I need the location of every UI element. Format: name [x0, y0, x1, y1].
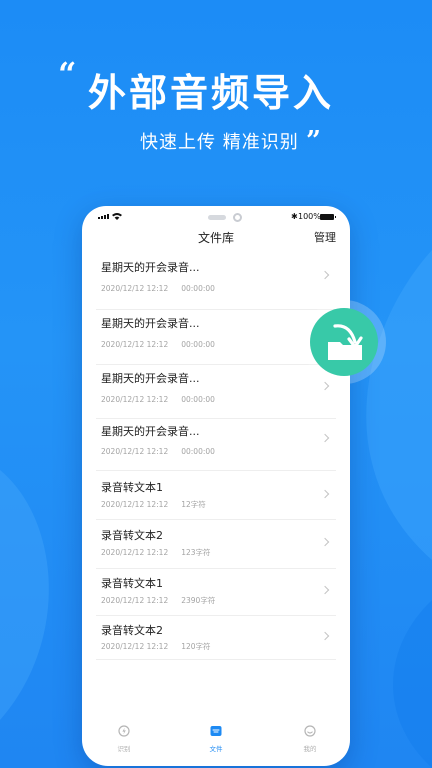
file-date: 2020/12/12 12:12: [101, 447, 169, 456]
file-name: 星期天的开会录音...: [101, 261, 200, 274]
file-info: 12字符: [181, 500, 206, 509]
file-item[interactable]: 录音转文本2 2020/12/12 12:12 123字符: [96, 520, 336, 569]
file-name: 录音转文本1: [101, 577, 163, 590]
front-camera: [233, 213, 242, 222]
file-item[interactable]: 星期天的开会录音... 2020/12/12 12:12 00:00:00: [96, 254, 336, 310]
wifi-icon: [112, 213, 122, 220]
battery-icon: [320, 214, 336, 220]
file-meta: 2020/12/12 12:12 00:00:00: [101, 395, 215, 405]
file-meta: 2020/12/12 12:12 00:00:00: [101, 447, 215, 457]
chevron-right-icon: [320, 433, 330, 443]
recognize-icon: [118, 725, 130, 737]
file-info: 2390字符: [181, 596, 216, 605]
file-name: 录音转文本1: [101, 481, 163, 494]
file-item[interactable]: 星期天的开会录音... 2020/12/12 12:12 00:00:00: [96, 419, 336, 471]
file-name: 录音转文本2: [101, 529, 163, 542]
tab-bar: 识别 文件 我的: [82, 718, 350, 758]
file-info: 00:00:00: [181, 340, 215, 349]
file-name: 星期天的开会录音...: [101, 317, 200, 330]
file-item[interactable]: 录音转文本1 2020/12/12 12:12 2390字符: [96, 569, 336, 616]
file-date: 2020/12/12 12:12: [101, 284, 169, 293]
file-meta: 2020/12/12 12:12 2390字符: [101, 596, 215, 606]
chevron-right-icon: [320, 585, 330, 595]
file-meta: 2020/12/12 12:12 120字符: [101, 642, 211, 652]
file-date: 2020/12/12 12:12: [101, 395, 169, 404]
file-name: 星期天的开会录音...: [101, 425, 200, 438]
bluetooth-icon: ✱: [291, 212, 298, 221]
file-item[interactable]: 录音转文本1 2020/12/12 12:12 12字符: [96, 471, 336, 520]
file-item[interactable]: 星期天的开会录音... 2020/12/12 12:12 00:00:00: [96, 365, 336, 419]
file-info: 120字符: [181, 642, 211, 651]
hero-subline: 快速上传 精准识别: [140, 132, 299, 153]
speaker-notch: [208, 215, 226, 220]
profile-icon: [304, 725, 316, 737]
tab-files[interactable]: 文件: [196, 722, 236, 754]
manage-button[interactable]: 管理: [314, 230, 336, 246]
file-date: 2020/12/12 12:12: [101, 500, 169, 509]
file-meta: 2020/12/12 12:12 123字符: [101, 548, 211, 558]
file-meta: 2020/12/12 12:12 12字符: [101, 500, 206, 510]
file-meta: 2020/12/12 12:12 00:00:00: [101, 340, 215, 350]
file-info: 00:00:00: [181, 284, 215, 293]
folder-import-icon: [328, 324, 363, 360]
chevron-right-icon: [320, 537, 330, 547]
chevron-right-icon: [320, 489, 330, 499]
battery-percent: 100%: [298, 212, 321, 221]
phone-mockup: ✱ 100% 文件库 管理 星期天的开会录音... 2020/12/12 12:…: [82, 206, 350, 766]
signal-icon: [98, 214, 109, 219]
file-info: 00:00:00: [181, 395, 215, 404]
file-date: 2020/12/12 12:12: [101, 548, 169, 557]
file-name: 录音转文本2: [101, 624, 163, 637]
chevron-right-icon: [320, 631, 330, 641]
import-audio-button[interactable]: [310, 308, 378, 376]
open-quote-mark: “: [58, 55, 77, 93]
file-item[interactable]: 星期天的开会录音... 2020/12/12 12:12 00:00:00: [96, 310, 336, 365]
file-item[interactable]: 录音转文本2 2020/12/12 12:12 120字符: [96, 616, 336, 660]
tab-profile[interactable]: 我的: [290, 722, 330, 754]
hero-headline: 外部音频导入: [88, 71, 335, 115]
file-date: 2020/12/12 12:12: [101, 642, 169, 651]
file-meta: 2020/12/12 12:12 00:00:00: [101, 284, 215, 294]
tab-label: 识别: [117, 745, 131, 753]
file-date: 2020/12/12 12:12: [101, 340, 169, 349]
tab-label: 我的: [303, 745, 317, 753]
status-bar: ✱ 100%: [82, 206, 350, 226]
file-date: 2020/12/12 12:12: [101, 596, 169, 605]
tab-recognize[interactable]: 识别: [104, 722, 144, 754]
tab-label: 文件: [209, 745, 223, 753]
folder-icon: [210, 726, 222, 736]
chevron-right-icon: [320, 270, 330, 280]
screen-title: 文件库: [197, 231, 234, 245]
close-quote-mark: ”: [306, 126, 321, 156]
file-info: 00:00:00: [181, 447, 215, 456]
file-info: 123字符: [181, 548, 211, 557]
file-name: 星期天的开会录音...: [101, 372, 200, 385]
chevron-right-icon: [320, 381, 330, 391]
